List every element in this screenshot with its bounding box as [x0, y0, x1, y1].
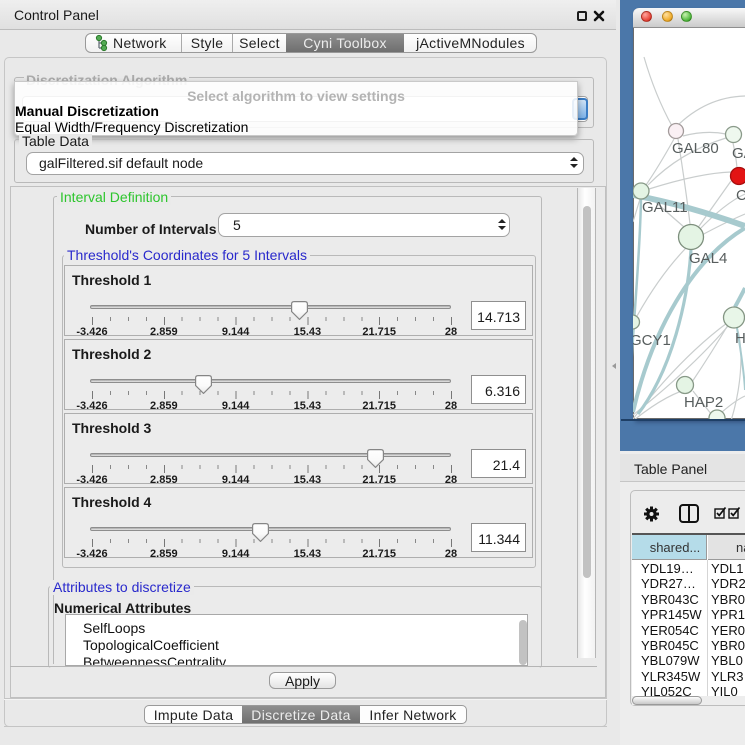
svg-text:GCY1: GCY1 — [633, 332, 671, 349]
svg-text:H: H — [735, 330, 745, 347]
svg-text:GAL80: GAL80 — [672, 140, 719, 157]
svg-text:GA: GA — [732, 145, 745, 162]
svg-text:GAL11: GAL11 — [642, 199, 688, 216]
svg-text:GAL4: GAL4 — [689, 250, 727, 267]
svg-text:C: C — [736, 187, 745, 204]
svg-text:HAP2: HAP2 — [684, 394, 723, 411]
